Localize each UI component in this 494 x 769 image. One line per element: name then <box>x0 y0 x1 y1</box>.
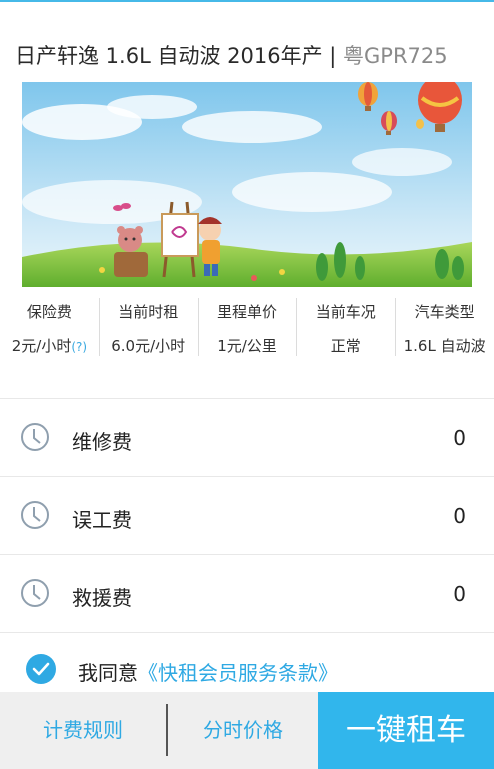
spec-label: 汽车类型 <box>414 303 475 321</box>
spec-value: 正常 <box>330 337 361 355</box>
spec-mileage-price: 里程单价 1元/公里 <box>197 292 297 360</box>
fee-value: 0 <box>453 582 466 606</box>
spec-label: 保险费 <box>26 303 72 321</box>
divider <box>0 632 494 633</box>
spec-label: 里程单价 <box>216 303 277 321</box>
agreement-row: 我同意《快租会员服务条款》 <box>0 636 494 692</box>
fee-label: 救援费 <box>72 586 132 610</box>
terms-link[interactable]: 《快租会员服务条款》 <box>138 661 338 685</box>
fee-row-rescue[interactable]: 救援费 0 <box>0 556 494 632</box>
fee-label: 维修费 <box>72 430 132 454</box>
clock-icon <box>21 423 49 451</box>
car-name: 日产轩逸 1.6L 自动波 2016年产 <box>15 44 323 68</box>
agreement-prefix: 我同意 <box>78 661 138 685</box>
agreement-text: 我同意《快租会员服务条款》 <box>78 657 338 686</box>
car-banner-image <box>22 82 472 287</box>
fee-row-repair[interactable]: 维修费 0 <box>0 400 494 476</box>
divider <box>0 554 494 555</box>
spec-label: 当前车况 <box>315 303 376 321</box>
spec-value: 6.0元/小时 <box>111 337 186 355</box>
fee-row-delay[interactable]: 误工费 0 <box>0 478 494 554</box>
fee-label: 误工费 <box>72 508 132 532</box>
clock-icon <box>21 579 49 607</box>
agree-checkbox[interactable] <box>26 654 56 684</box>
spec-insurance: 保险费 2元/小时(?) <box>0 292 99 360</box>
spec-hourly-rent: 当前时租 6.0元/小时 <box>98 292 198 360</box>
title-separator: | <box>329 44 337 68</box>
spec-value: 1.6L 自动波 <box>403 337 486 355</box>
checkmark-icon <box>32 662 50 676</box>
hourly-price-button[interactable]: 分时价格 <box>168 692 318 769</box>
fee-value: 0 <box>453 426 466 450</box>
divider <box>0 398 494 399</box>
spec-label: 当前时租 <box>118 303 179 321</box>
clock-icon <box>21 501 49 529</box>
spec-value: 2元/小时(?) <box>11 337 88 355</box>
car-specs-row: 保险费 2元/小时(?) 当前时租 6.0元/小时 里程单价 1元/公里 当前车… <box>0 292 494 360</box>
bottom-action-bar: 计费规则 分时价格 一键租车 <box>0 692 494 769</box>
insurance-help-link[interactable]: (?) <box>71 340 87 354</box>
spec-value: 1元/公里 <box>217 337 277 355</box>
billing-rules-button[interactable]: 计费规则 <box>0 692 166 769</box>
divider <box>0 476 494 477</box>
spec-car-condition: 当前车况 正常 <box>296 292 395 360</box>
top-accent-line <box>0 0 494 2</box>
page-title: 日产轩逸 1.6L 自动波 2016年产 | 粤GPR725 <box>15 40 448 70</box>
license-plate: 粤GPR725 <box>343 44 448 68</box>
rent-now-button[interactable]: 一键租车 <box>318 692 494 769</box>
spec-car-type: 汽车类型 1.6L 自动波 <box>395 292 494 360</box>
fee-value: 0 <box>453 504 466 528</box>
banner-illustration <box>22 82 472 287</box>
